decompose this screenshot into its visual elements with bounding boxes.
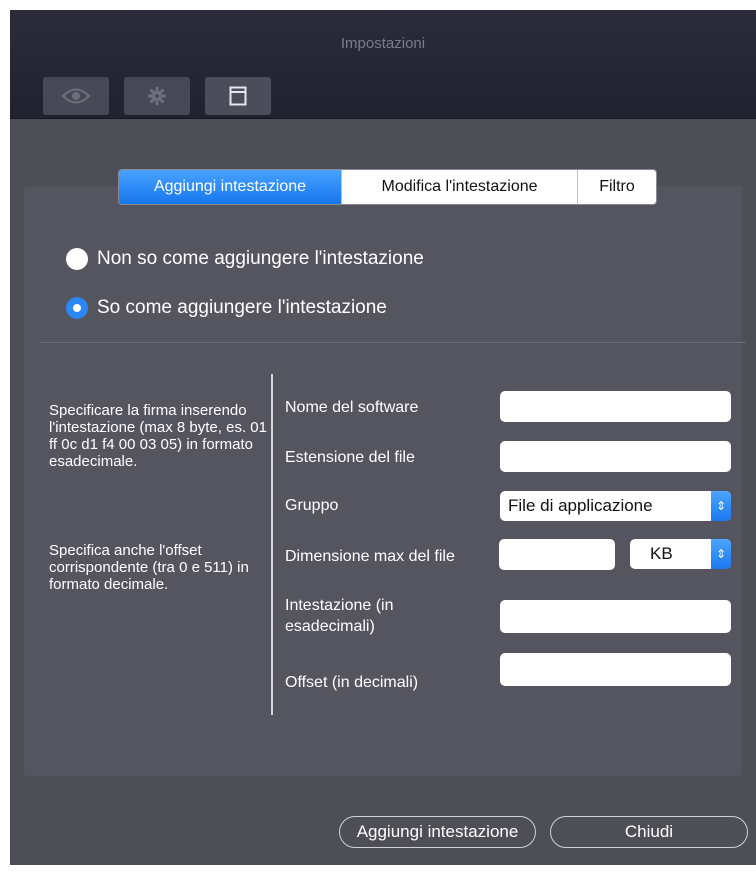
settings-window: Impostazioni Aggiungi intestazione Modif… [10, 10, 756, 865]
header-hex-label: Intestazione (in esadecimali) [285, 597, 394, 635]
add-header-button[interactable]: Aggiungi intestazione [339, 816, 536, 848]
radio-button-unselected[interactable] [66, 248, 88, 270]
header-hex-input[interactable] [500, 600, 731, 633]
gear-icon [148, 87, 166, 105]
software-name-label: Nome del software [285, 399, 419, 416]
chevron-updown-icon: ⇕ [711, 539, 731, 569]
toolbar-eye-button[interactable] [43, 77, 109, 115]
tab-add-header[interactable]: Aggiungi intestazione [119, 170, 341, 204]
toolbar-window-button[interactable] [205, 77, 271, 115]
radio-label-unknown: Non so come aggiungere l'intestazione [97, 248, 424, 269]
title-bar: Impostazioni [10, 10, 756, 119]
file-extension-input[interactable] [500, 441, 731, 472]
group-select-value: File di applicazione [508, 496, 653, 515]
eye-icon [61, 88, 91, 104]
radio-unknown-header[interactable]: Non so come aggiungere l'intestazione [66, 248, 424, 270]
divider [40, 342, 746, 343]
toolbar-gear-button[interactable] [124, 77, 190, 115]
file-extension-label: Estensione del file [285, 449, 415, 466]
offset-input[interactable] [500, 653, 731, 686]
size-unit-value: KB [650, 544, 673, 563]
chevron-updown-icon: ⇕ [711, 491, 731, 521]
tab-filter[interactable]: Filtro [577, 170, 656, 204]
tab-bar: Aggiungi intestazione Modifica l'intesta… [118, 169, 657, 205]
radio-label-known: So come aggiungere l'intestazione [97, 297, 387, 318]
max-size-input[interactable] [499, 539, 615, 570]
help-text-signature: Specificare la firma inserendo l'intesta… [49, 402, 267, 470]
window-icon [229, 86, 247, 106]
window-title: Impostazioni [340, 35, 426, 52]
group-select[interactable]: File di applicazione ⇕ [500, 491, 731, 521]
size-unit-select[interactable]: KB ⇕ [630, 539, 731, 569]
software-name-input[interactable] [500, 391, 731, 422]
help-text-offset: Specifica anche l'offset corrispondente … [49, 542, 249, 593]
max-size-label: Dimensione max del file [285, 548, 455, 565]
close-button[interactable]: Chiudi [550, 816, 748, 848]
offset-label: Offset (in decimali) [285, 674, 419, 691]
radio-known-header[interactable]: So come aggiungere l'intestazione [66, 297, 387, 319]
group-label: Gruppo [285, 497, 339, 514]
vertical-divider [271, 374, 273, 715]
tab-edit-header[interactable]: Modifica l'intestazione [341, 170, 577, 204]
radio-button-selected[interactable] [66, 297, 88, 319]
